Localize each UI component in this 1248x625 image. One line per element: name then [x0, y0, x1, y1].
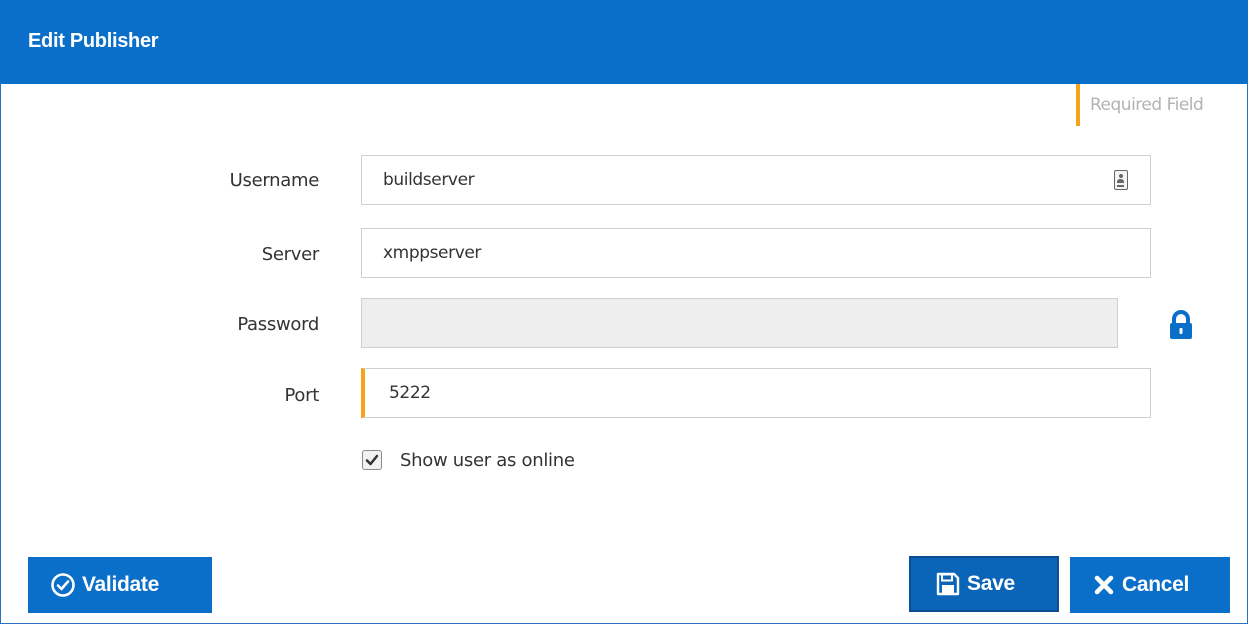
- port-field[interactable]: 5222: [361, 368, 1151, 418]
- server-value: xmppserver: [383, 243, 482, 263]
- cancel-button[interactable]: Cancel: [1070, 557, 1230, 613]
- edit-publisher-dialog: Edit Publisher Required Field Username b…: [0, 0, 1248, 624]
- validate-button[interactable]: Validate: [28, 557, 212, 613]
- save-label: Save: [967, 572, 1015, 595]
- port-value: 5222: [389, 383, 431, 403]
- server-label: Server: [261, 244, 320, 265]
- username-label: Username: [229, 170, 320, 191]
- contact-card-icon[interactable]: [1114, 170, 1128, 190]
- check-circle-icon: [50, 572, 76, 598]
- close-icon: [1092, 573, 1116, 597]
- floppy-disk-icon: [935, 571, 961, 597]
- password-field: [361, 298, 1118, 348]
- show-online-checkbox[interactable]: [362, 450, 382, 470]
- show-online-label[interactable]: Show user as online: [400, 450, 575, 471]
- cancel-label: Cancel: [1122, 573, 1190, 596]
- username-field[interactable]: buildserver: [361, 155, 1151, 205]
- lock-icon[interactable]: [1163, 308, 1199, 344]
- required-field-legend: Required Field: [1076, 84, 1204, 126]
- server-field[interactable]: xmppserver: [361, 228, 1151, 278]
- required-field-text: Required Field: [1090, 95, 1204, 115]
- dialog-titlebar: Edit Publisher: [0, 0, 1248, 84]
- save-button[interactable]: Save: [909, 556, 1059, 612]
- username-value: buildserver: [383, 170, 475, 190]
- port-label: Port: [284, 385, 320, 406]
- required-indicator-bar: [1076, 84, 1080, 126]
- dialog-title: Edit Publisher: [28, 30, 159, 52]
- validate-label: Validate: [82, 573, 159, 596]
- password-label: Password: [237, 314, 319, 335]
